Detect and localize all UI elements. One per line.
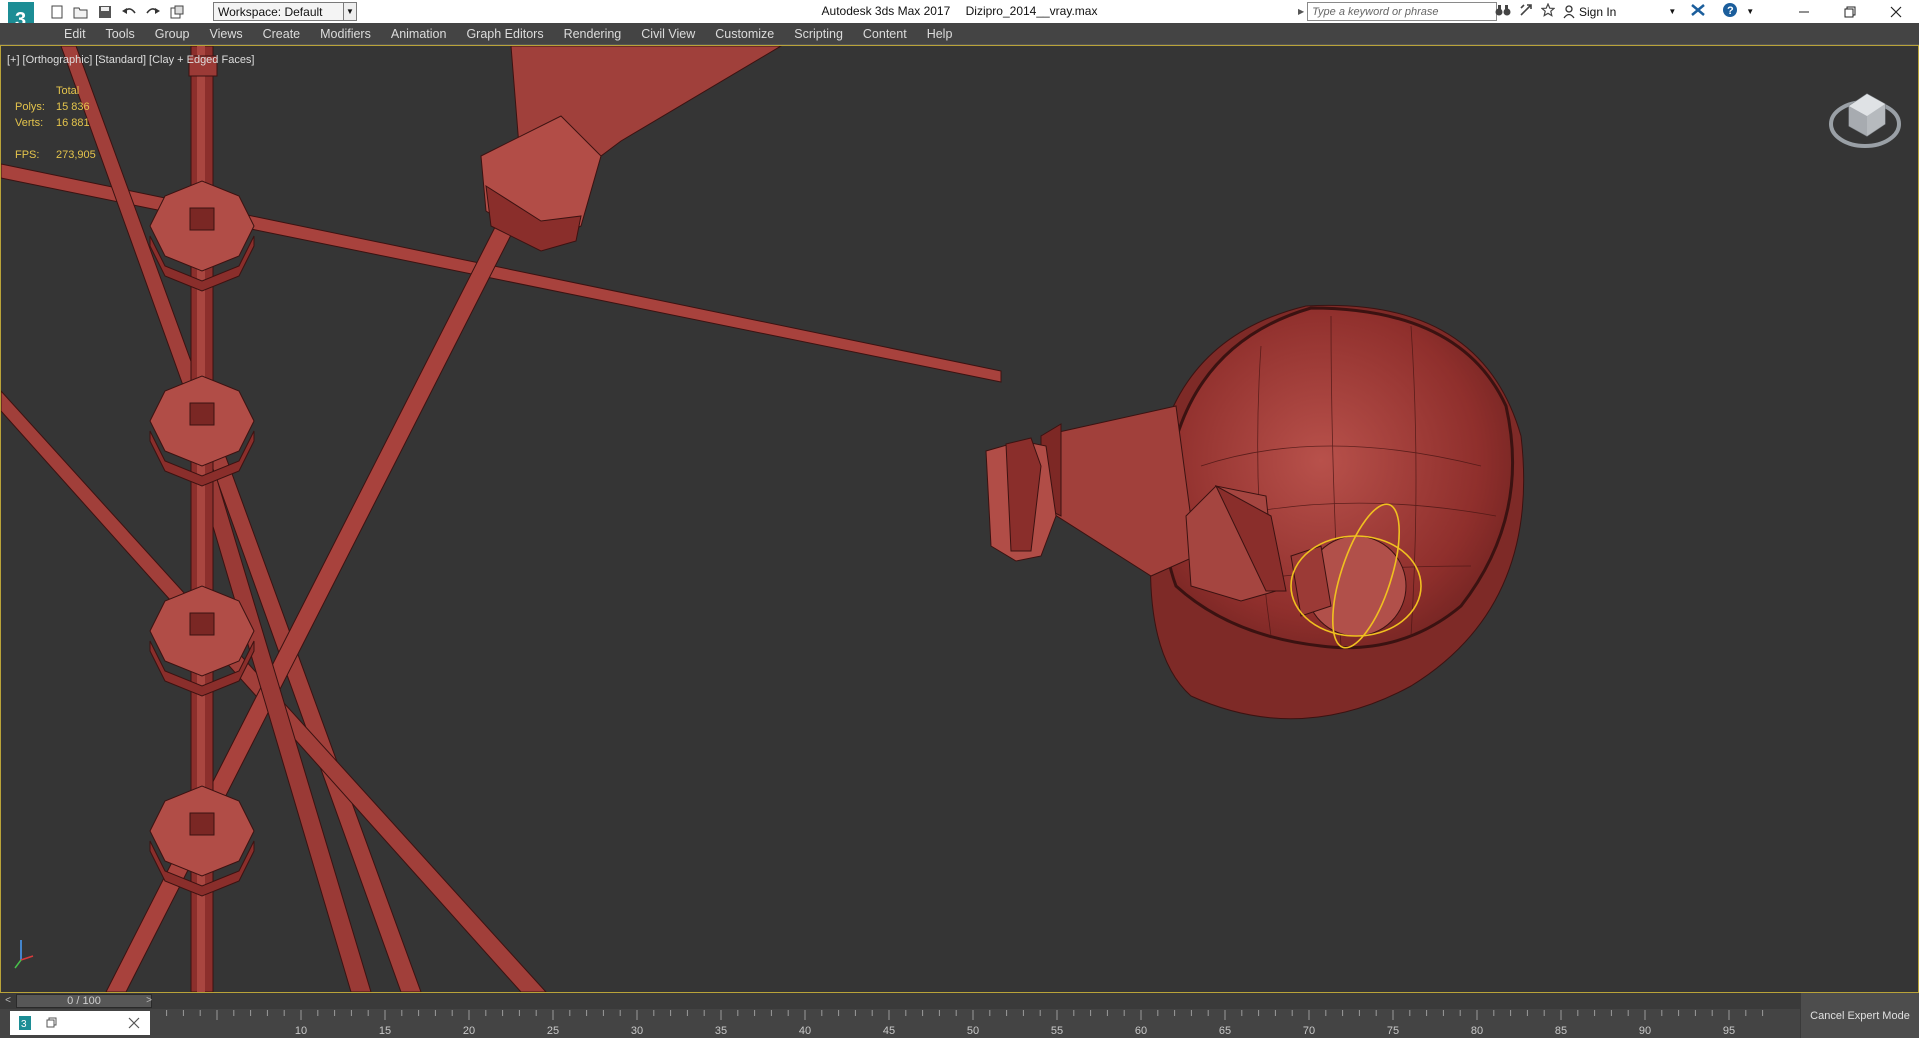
- track-bar-tick-label: 90: [1639, 1025, 1651, 1037]
- app-title: Autodesk 3ds Max 2017: [821, 4, 951, 18]
- close-icon[interactable]: [128, 1017, 140, 1029]
- autodesk-x-icon[interactable]: [1690, 3, 1706, 20]
- cancel-expert-mode-button[interactable]: Cancel Expert Mode: [1800, 993, 1919, 1038]
- viewport-label-menu: [+] [Orthographic] [Standard] [Clay + Edged…: [7, 54, 258, 66]
- track-bar-tick-label: 60: [1135, 1025, 1147, 1037]
- search-box: ▶: [1298, 2, 1498, 21]
- svg-text:3: 3: [21, 1019, 27, 1030]
- axis-tripod-icon: [11, 936, 37, 975]
- menu-item-modifiers[interactable]: Modifiers: [310, 26, 381, 42]
- track-bar-tick-label: 85: [1555, 1025, 1567, 1037]
- viewport-point-of-view-menu[interactable]: [Orthographic]: [23, 54, 93, 66]
- track-bar[interactable]: 101520253035404550556065707580859095100: [155, 1010, 1770, 1038]
- sign-in-button[interactable]: Sign In ▼: [1563, 5, 1676, 19]
- viewport-shading-standard-menu[interactable]: [Standard]: [95, 54, 146, 66]
- user-icon: [1563, 4, 1575, 18]
- time-slider-thumb[interactable]: 0 / 100: [16, 994, 152, 1008]
- mini-listener[interactable]: 3: [10, 1011, 150, 1035]
- chevron-down-icon: ▼: [1668, 7, 1677, 16]
- sign-in-label: Sign In: [1579, 4, 1617, 19]
- stats-verts-value: 16 881: [56, 117, 90, 129]
- menu-item-rendering[interactable]: Rendering: [554, 26, 632, 42]
- track-bar-tick-label: 30: [631, 1025, 643, 1037]
- track-bar-tick-label: 95: [1723, 1025, 1735, 1037]
- binoculars-icon[interactable]: [1495, 3, 1511, 20]
- title-bar: 3 Workspace: Default ▼ Autodesk 3ds Max …: [0, 0, 1919, 42]
- track-bar-tick-label: 25: [547, 1025, 559, 1037]
- track-bar-tick-label: 50: [967, 1025, 979, 1037]
- exchange-icon[interactable]: [1519, 3, 1533, 20]
- track-bar-tick-label: 35: [715, 1025, 727, 1037]
- svg-text:?: ?: [1727, 5, 1734, 17]
- menu-item-views[interactable]: Views: [199, 26, 252, 42]
- time-slider-track[interactable]: [155, 994, 1899, 1008]
- menu-item-edit[interactable]: Edit: [54, 26, 96, 42]
- track-bar-tick-label: 40: [799, 1025, 811, 1037]
- track-bar-tick-label: 20: [463, 1025, 475, 1037]
- viewport-general-menu[interactable]: [+]: [7, 54, 20, 66]
- star-icon[interactable]: [1540, 2, 1556, 20]
- track-bar-tick-label: 10: [295, 1025, 307, 1037]
- menu-item-customize[interactable]: Customize: [705, 26, 784, 42]
- stats-fps-label: FPS:: [15, 149, 40, 161]
- track-bar-tick-label: 65: [1219, 1025, 1231, 1037]
- stats-polys-label: Polys:: [15, 101, 45, 113]
- stats-header: Total: [56, 85, 80, 97]
- cancel-expert-mode-label: Cancel Expert Mode: [1810, 1009, 1910, 1022]
- help-icon[interactable]: ?: [1722, 2, 1738, 21]
- minimize-icon[interactable]: [1781, 0, 1827, 23]
- menu-item-help[interactable]: Help: [917, 26, 963, 42]
- menu-item-tools[interactable]: Tools: [96, 26, 145, 42]
- menu-item-group[interactable]: Group: [145, 26, 200, 42]
- viewport-shading-mode-menu[interactable]: [Clay + Edged Faces]: [149, 54, 254, 66]
- window-controls: [1781, 0, 1919, 23]
- search-input[interactable]: [1307, 2, 1498, 21]
- stats-fps-value: 273,905: [56, 149, 96, 161]
- menu-item-graph-editors[interactable]: Graph Editors: [456, 26, 553, 42]
- scene-geometry[interactable]: [1, 46, 1918, 992]
- bottom-panel: < 0 / 100 > 3 10 15 20 25 30 35 40 45 50 55 60 65 70…: [0, 993, 1919, 1038]
- track-bar-tick-label: 75: [1387, 1025, 1399, 1037]
- track-bar-tick-label: 45: [883, 1025, 895, 1037]
- time-slider-next-button[interactable]: >: [143, 995, 155, 1007]
- perspective-viewport[interactable]: [+] [Orthographic] [Standard] [Clay + Edged…: [0, 45, 1919, 993]
- menu-bar: Edit Tools Group Views Create Modifiers …: [0, 23, 1919, 45]
- restore-icon[interactable]: [46, 1017, 58, 1029]
- menu-item-scripting[interactable]: Scripting: [784, 26, 853, 42]
- menu-item-content[interactable]: Content: [853, 26, 917, 42]
- track-bar-tick-label: 70: [1303, 1025, 1315, 1037]
- track-bar-tick-label: 55: [1051, 1025, 1063, 1037]
- app-logo-icon: 3: [19, 1016, 31, 1030]
- viewport-statistics: Total Polys: 15 836 Verts: 16 881 FPS: 273,…: [15, 83, 96, 163]
- file-name: Dizipro_2014__vray.max: [965, 4, 1098, 18]
- stats-verts-label: Verts:: [15, 117, 44, 129]
- viewcube-icon[interactable]: [1827, 76, 1903, 157]
- close-icon[interactable]: [1873, 0, 1919, 23]
- time-slider[interactable]: < 0 / 100 >: [0, 993, 1919, 1009]
- restore-icon[interactable]: [1827, 0, 1873, 23]
- top-lamp-fitting: [480, 46, 782, 252]
- track-bar-tick-label: 80: [1471, 1025, 1483, 1037]
- menu-item-civil-view[interactable]: Civil View: [631, 26, 705, 42]
- chevron-right-icon[interactable]: ▶: [1298, 7, 1304, 16]
- chevron-down-icon[interactable]: ▼: [1746, 7, 1754, 16]
- menu-item-animation[interactable]: Animation: [381, 26, 457, 42]
- bowl-lamp: [985, 304, 1525, 720]
- menu-item-create[interactable]: Create: [253, 26, 311, 42]
- stats-polys-value: 15 836: [56, 101, 90, 113]
- info-center-tools: Sign In ▼ ? ▼: [1495, 2, 1754, 21]
- time-slider-prev-button[interactable]: <: [2, 995, 14, 1007]
- app-window: 3 Workspace: Default ▼ Autodesk 3ds Max …: [0, 0, 1919, 1038]
- track-bar-tick-label: 15: [379, 1025, 391, 1037]
